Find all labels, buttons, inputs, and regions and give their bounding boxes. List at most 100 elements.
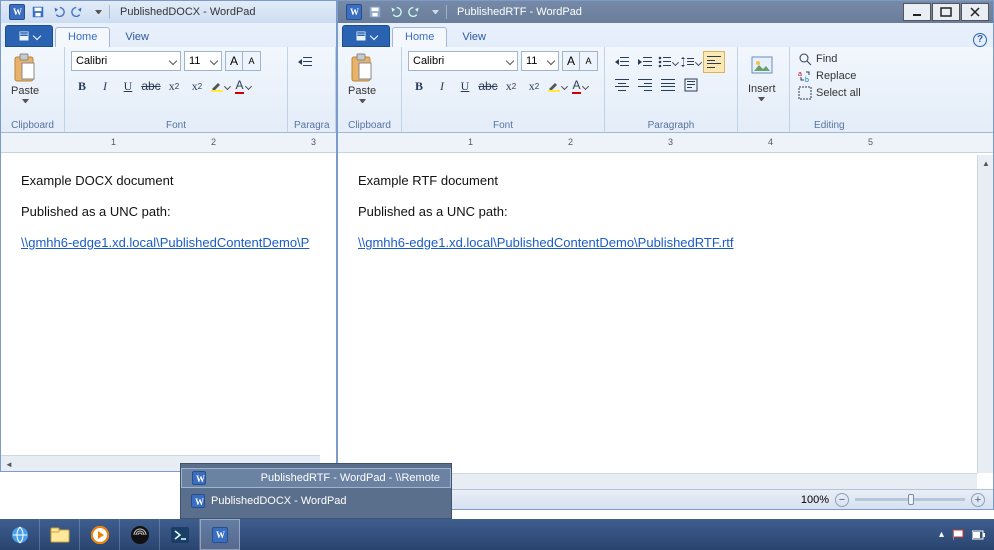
save-icon[interactable]: [368, 5, 382, 19]
taskbar-explorer-icon[interactable]: [40, 519, 80, 550]
wordpad-icon: [346, 4, 362, 20]
align-left-button[interactable]: [703, 51, 725, 73]
redo-icon[interactable]: [408, 5, 422, 19]
minimize-button[interactable]: [903, 3, 931, 21]
undo-icon[interactable]: [388, 5, 402, 19]
taskbar-wordpad-button[interactable]: [200, 519, 240, 550]
group-clipboard: Clipboard: [344, 120, 395, 131]
doc-line: Example DOCX document: [21, 173, 316, 188]
zoom-slider[interactable]: [855, 498, 965, 501]
qat-dropdown-icon[interactable]: [91, 5, 105, 19]
file-menu-button[interactable]: [5, 25, 53, 47]
maximize-button[interactable]: [932, 3, 960, 21]
paste-button[interactable]: Paste: [344, 51, 380, 105]
underline-button[interactable]: U: [117, 75, 139, 97]
line-spacing-button[interactable]: [680, 51, 702, 73]
align-center-button[interactable]: [611, 74, 633, 96]
italic-button[interactable]: I: [431, 75, 453, 97]
tray-battery-icon[interactable]: [972, 530, 986, 540]
svg-text:a: a: [798, 71, 802, 78]
find-button[interactable]: Find: [796, 51, 863, 67]
indent-inc-button[interactable]: [634, 51, 656, 73]
zoom-out-button[interactable]: −: [835, 493, 849, 507]
paragraph-dialog-button[interactable]: [680, 74, 702, 96]
undo-icon[interactable]: [51, 5, 65, 19]
zoom-value: 100%: [801, 494, 829, 506]
subscript-button[interactable]: x2: [163, 75, 185, 97]
font-grow-shrink[interactable]: AA: [562, 51, 598, 71]
align-right-button[interactable]: [634, 74, 656, 96]
zoom-in-button[interactable]: +: [971, 493, 985, 507]
highlight-button[interactable]: [209, 75, 231, 97]
bullets-button[interactable]: [657, 51, 679, 73]
group-font: Font: [408, 120, 598, 131]
indent-dec-button[interactable]: [294, 51, 316, 73]
ruler[interactable]: 1 2 3 4 5: [338, 133, 993, 153]
doc-line: Published as a UNC path:: [21, 204, 316, 219]
font-name-select[interactable]: Calibri: [71, 51, 181, 71]
group-clipboard: Clipboard: [7, 120, 58, 131]
document-area[interactable]: Example RTF document Published as a UNC …: [338, 155, 977, 473]
subscript-button[interactable]: x2: [500, 75, 522, 97]
underline-button[interactable]: U: [454, 75, 476, 97]
switcher-item[interactable]: PublishedDOCX - WordPad: [181, 488, 451, 514]
tray-up-icon[interactable]: ▴: [939, 529, 944, 540]
window-title: PublishedDOCX - WordPad: [120, 6, 256, 18]
font-grow-shrink[interactable]: A A: [225, 51, 261, 71]
superscript-button[interactable]: x2: [523, 75, 545, 97]
switcher-item[interactable]: PublishedRTF - WordPad - \\Remote: [181, 468, 451, 488]
font-size-select[interactable]: 11: [521, 51, 559, 71]
ruler[interactable]: 1 2 3: [1, 133, 336, 153]
select-all-button[interactable]: Select all: [796, 85, 863, 101]
doc-line: Published as a UNC path:: [358, 204, 957, 219]
strike-button[interactable]: abc: [140, 75, 162, 97]
wordpad-icon: [192, 471, 206, 485]
taskbar-media-icon[interactable]: [80, 519, 120, 550]
system-tray[interactable]: ▴: [939, 529, 994, 541]
doc-link[interactable]: \\gmhh6-edge1.xd.local\PublishedContentD…: [21, 235, 309, 250]
wordpad-icon: [9, 4, 25, 20]
italic-button[interactable]: I: [94, 75, 116, 97]
group-paragraph-trunc: Paragra: [294, 120, 329, 131]
insert-button[interactable]: Insert: [744, 51, 780, 103]
tab-view[interactable]: View: [112, 27, 162, 47]
vscroll[interactable]: ▲: [977, 155, 993, 473]
doc-line: Example RTF document: [358, 173, 957, 188]
svg-text:b: b: [805, 77, 809, 83]
strike-button[interactable]: abc: [477, 75, 499, 97]
bold-button[interactable]: B: [408, 75, 430, 97]
paste-button[interactable]: Paste: [7, 51, 43, 105]
group-editing: Editing: [796, 120, 863, 131]
taskbar-app-icon[interactable]: [120, 519, 160, 550]
redo-icon[interactable]: [71, 5, 85, 19]
group-font: Font: [71, 120, 281, 131]
file-menu-button[interactable]: [342, 25, 390, 47]
qat-dropdown-icon[interactable]: [428, 5, 442, 19]
font-size-select[interactable]: 11: [184, 51, 222, 71]
highlight-button[interactable]: [546, 75, 568, 97]
titlebar-right[interactable]: PublishedRTF - WordPad: [338, 1, 993, 23]
taskbar-ie-icon[interactable]: [0, 519, 40, 550]
superscript-button[interactable]: x2: [186, 75, 208, 97]
close-button[interactable]: [961, 3, 989, 21]
indent-dec-button[interactable]: [611, 51, 633, 73]
align-justify-button[interactable]: [657, 74, 679, 96]
tab-home[interactable]: Home: [392, 27, 447, 47]
titlebar-left[interactable]: PublishedDOCX - WordPad: [1, 1, 336, 23]
help-icon[interactable]: ?: [973, 33, 987, 47]
bold-button[interactable]: B: [71, 75, 93, 97]
doc-link[interactable]: \\gmhh6-edge1.xd.local\PublishedContentD…: [358, 235, 734, 250]
document-area[interactable]: Example DOCX document Published as a UNC…: [1, 155, 336, 451]
taskbar-powershell-icon[interactable]: [160, 519, 200, 550]
tray-flag-icon[interactable]: [952, 529, 964, 541]
tab-view[interactable]: View: [449, 27, 499, 47]
replace-button[interactable]: abReplace: [796, 68, 863, 84]
font-color-button[interactable]: A: [569, 75, 591, 97]
taskbar: ▴: [0, 519, 994, 550]
font-color-button[interactable]: A: [232, 75, 254, 97]
save-icon[interactable]: [31, 5, 45, 19]
tab-home[interactable]: Home: [55, 27, 110, 47]
font-name-select[interactable]: Calibri: [408, 51, 518, 71]
window-title: PublishedRTF - WordPad: [457, 6, 582, 18]
group-paragraph: Paragraph: [611, 120, 731, 131]
